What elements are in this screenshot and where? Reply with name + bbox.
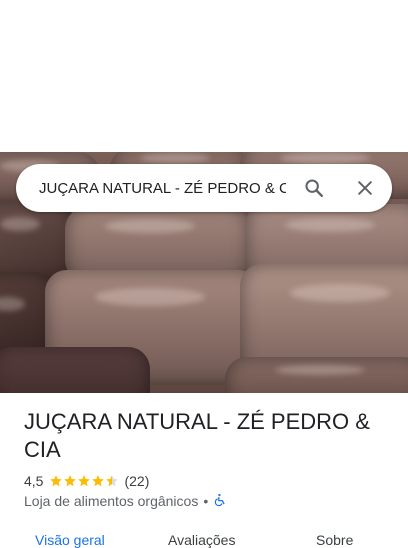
tab-bar: Visão geral Avaliações Sobre (0, 528, 408, 548)
search-box[interactable] (16, 164, 392, 212)
search-icon[interactable] (302, 176, 326, 200)
rating-row[interactable]: 4,5 (22) (24, 472, 149, 490)
tab-overview[interactable]: Visão geral (35, 532, 105, 548)
star-icon (50, 475, 63, 487)
close-icon[interactable] (353, 176, 377, 200)
star-icon (92, 475, 105, 487)
tab-about[interactable]: Sobre (316, 532, 353, 548)
wheelchair-icon (213, 493, 227, 510)
review-count[interactable]: (22) (124, 473, 149, 489)
star-icon (64, 475, 77, 487)
photo-bag (225, 357, 408, 393)
rating-value: 4,5 (24, 473, 44, 489)
place-category[interactable]: Loja de alimentos orgânicos (24, 493, 198, 509)
place-title: JUÇARA NATURAL - ZÉ PEDRO & CIA (24, 409, 370, 462)
half-star-icon (106, 475, 119, 487)
rating-stars (49, 474, 119, 488)
search-input[interactable] (39, 178, 286, 198)
separator-dot: • (203, 493, 209, 509)
star-icon (78, 475, 91, 487)
tab-reviews[interactable]: Avaliações (168, 532, 235, 548)
photo-bag (0, 347, 150, 393)
category-row: Loja de alimentos orgânicos • (24, 492, 227, 510)
